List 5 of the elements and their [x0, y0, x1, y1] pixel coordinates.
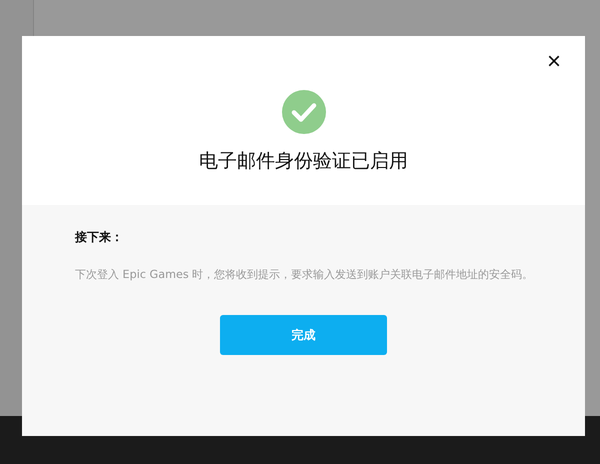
- message-text: 下次登入 Epic Games 时，您将收到提示，要求输入发送到账户关联电子邮件地址的安全码。: [75, 267, 534, 283]
- close-button[interactable]: ×: [542, 48, 565, 76]
- dialog-title: 电子邮件身份验证已启用: [199, 149, 408, 174]
- check-circle-icon: [282, 90, 326, 134]
- subheading: 接下来：: [75, 229, 123, 246]
